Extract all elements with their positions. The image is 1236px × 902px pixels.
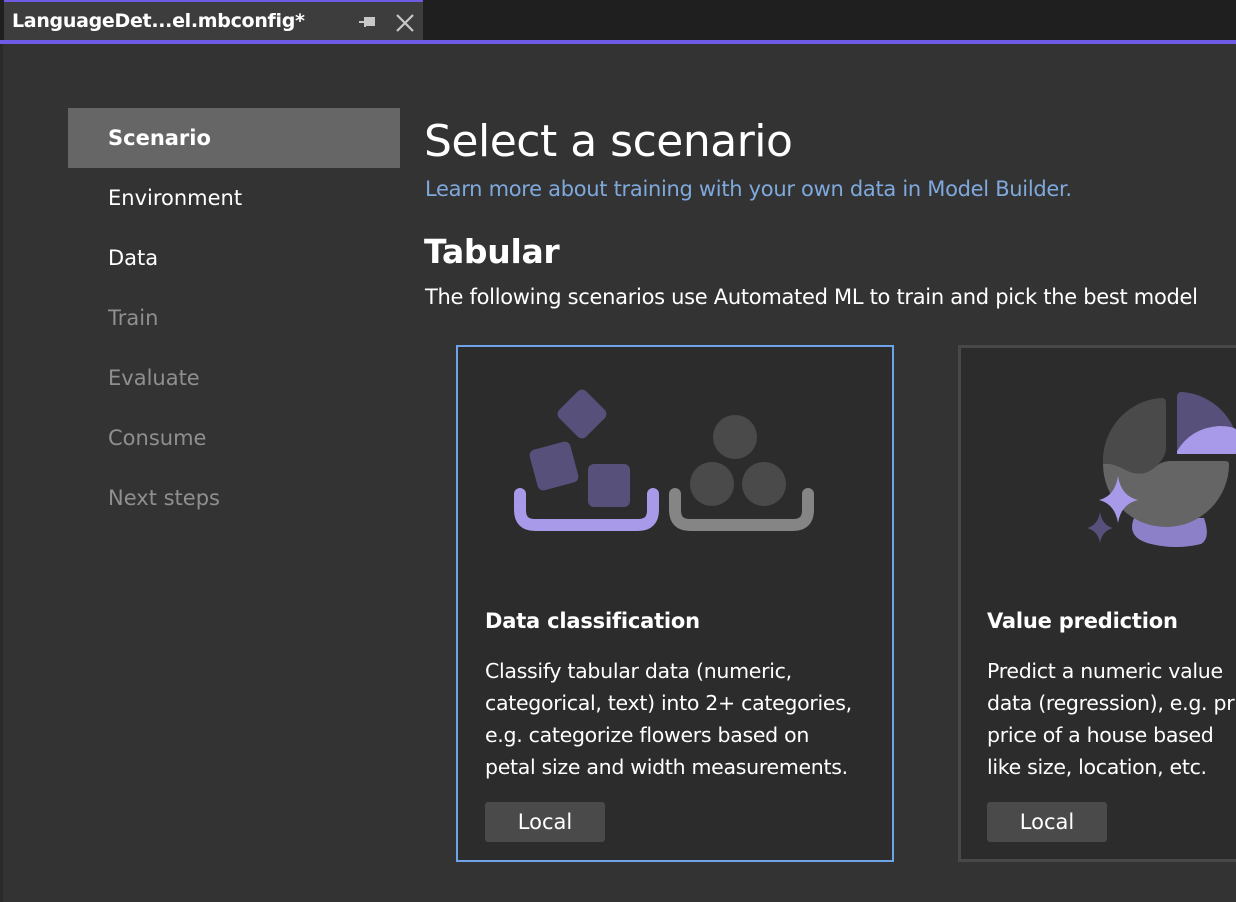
step-navigation: Scenario Environment Data Train Evaluate… bbox=[68, 108, 400, 528]
card-description-line: categorical, text) into 2+ categories, bbox=[485, 691, 852, 715]
document-tab-strip: LanguageDet...el.mbconfig* bbox=[0, 0, 1236, 40]
card-description-line: petal size and width measurements. bbox=[485, 755, 848, 779]
card-description: Classify tabular data (numeric, categori… bbox=[485, 655, 852, 783]
nav-item-label: Environment bbox=[108, 186, 243, 210]
scenario-card-data-classification[interactable]: Data classification Classify tabular dat… bbox=[456, 345, 894, 862]
local-button[interactable]: Local bbox=[987, 802, 1107, 842]
window-edge bbox=[0, 44, 3, 902]
nav-item-label: Data bbox=[108, 246, 159, 270]
nav-item-label: Scenario bbox=[108, 126, 211, 150]
document-tab[interactable]: LanguageDet...el.mbconfig* bbox=[4, 0, 423, 40]
learn-more-link[interactable]: Learn more about training with your own … bbox=[425, 177, 1072, 201]
card-description-line: Classify tabular data (numeric, bbox=[485, 659, 792, 683]
tab-accent-bar bbox=[0, 40, 1236, 44]
card-title: Value prediction bbox=[987, 609, 1178, 633]
tab-title: LanguageDet...el.mbconfig* bbox=[12, 10, 305, 32]
card-description-line: price of a house based bbox=[987, 723, 1214, 747]
nav-item-next-steps: Next steps bbox=[68, 468, 400, 528]
section-title: Tabular bbox=[424, 232, 560, 271]
card-description-line: Predict a numeric value bbox=[987, 659, 1223, 683]
nav-item-label: Evaluate bbox=[108, 366, 200, 390]
nav-item-scenario[interactable]: Scenario bbox=[68, 108, 400, 168]
classification-illustration-icon bbox=[514, 389, 814, 531]
scenario-card-value-prediction[interactable]: Value prediction Predict a numeric value… bbox=[958, 345, 1236, 862]
nav-item-environment[interactable]: Environment bbox=[68, 168, 400, 228]
pin-icon[interactable] bbox=[358, 13, 376, 31]
prediction-illustration-icon bbox=[1087, 391, 1236, 547]
card-description: Predict a numeric value data (regression… bbox=[987, 655, 1235, 783]
nav-item-train: Train bbox=[68, 288, 400, 348]
nav-item-evaluate: Evaluate bbox=[68, 348, 400, 408]
close-icon[interactable] bbox=[394, 12, 416, 34]
local-button[interactable]: Local bbox=[485, 802, 605, 842]
section-description: The following scenarios use Automated ML… bbox=[425, 285, 1198, 309]
card-description-line: data (regression), e.g. pr bbox=[987, 691, 1235, 715]
nav-item-label: Consume bbox=[108, 426, 207, 450]
nav-item-consume: Consume bbox=[68, 408, 400, 468]
nav-item-label: Next steps bbox=[108, 486, 220, 510]
card-description-line: like size, location, etc. bbox=[987, 755, 1207, 779]
nav-item-data[interactable]: Data bbox=[68, 228, 400, 288]
nav-item-label: Train bbox=[108, 306, 159, 330]
card-description-line: e.g. categorize flowers based on bbox=[485, 723, 810, 747]
card-title: Data classification bbox=[485, 609, 700, 633]
page-title: Select a scenario bbox=[424, 116, 793, 167]
